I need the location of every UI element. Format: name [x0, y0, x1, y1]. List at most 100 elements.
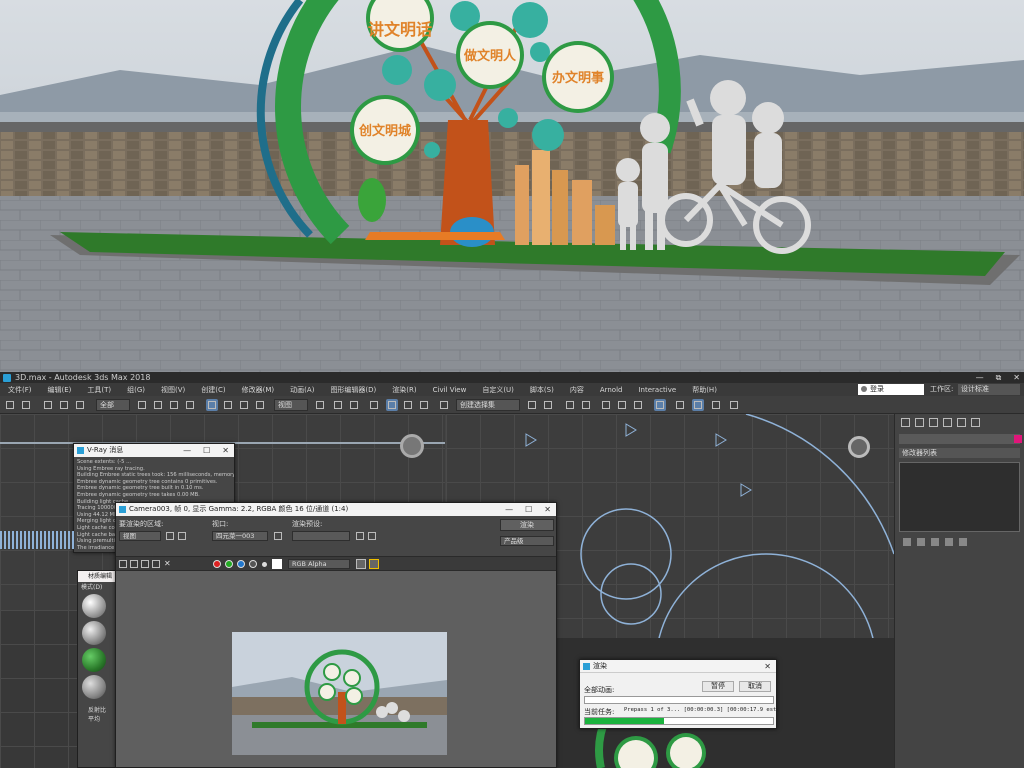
area-region-icon[interactable]	[166, 532, 174, 540]
link-icon[interactable]	[42, 399, 54, 411]
render-cloud-icon[interactable]	[728, 399, 740, 411]
frame-toggle-icon[interactable]	[369, 559, 379, 569]
cancel-button[interactable]: 取消	[739, 681, 771, 692]
rect-select-icon[interactable]	[168, 399, 180, 411]
mono-toggle[interactable]	[262, 562, 267, 567]
green-channel-toggle[interactable]	[225, 560, 233, 568]
edit-named-sel-icon[interactable]	[438, 399, 450, 411]
create-tab-icon[interactable]	[901, 417, 910, 427]
remove-modifier-icon[interactable]	[945, 538, 953, 546]
menu-modifiers[interactable]: 修改器(M)	[234, 385, 283, 395]
mirror-icon[interactable]	[526, 399, 538, 411]
material-slot-4[interactable]	[82, 675, 106, 699]
place-icon[interactable]	[254, 399, 266, 411]
clear-icon[interactable]: ✕	[164, 559, 171, 568]
viewcube-icon[interactable]	[400, 434, 424, 458]
vray-maximize-button[interactable]: ☐	[203, 444, 210, 457]
layer-explorer-icon[interactable]	[564, 399, 576, 411]
window-crossing-icon[interactable]	[184, 399, 196, 411]
menu-view[interactable]: 视图(V)	[153, 385, 193, 395]
select-by-name-icon[interactable]	[152, 399, 164, 411]
show-end-result-icon[interactable]	[917, 538, 925, 546]
menu-help[interactable]: 帮助(H)	[684, 385, 725, 395]
vray-close-button[interactable]: ✕	[222, 444, 229, 457]
menu-customize[interactable]: 自定义(U)	[474, 385, 522, 395]
snaps-toggle-icon[interactable]	[368, 399, 380, 411]
material-slot-2[interactable]	[82, 621, 106, 645]
maximize-button[interactable]: ⧉	[996, 373, 1002, 383]
rotate-icon[interactable]	[222, 399, 234, 411]
minimize-button[interactable]: —	[976, 373, 984, 382]
swatch-white[interactable]	[272, 559, 282, 569]
menu-tools[interactable]: 工具(T)	[79, 385, 119, 395]
select-object-icon[interactable]	[136, 399, 148, 411]
angle-snap-icon[interactable]	[386, 399, 398, 411]
menu-graph-editors[interactable]: 图形编辑器(D)	[322, 385, 384, 395]
align-icon[interactable]	[542, 399, 554, 411]
close-button[interactable]: ✕	[1013, 373, 1020, 382]
modifier-stack[interactable]	[899, 462, 1020, 532]
pivot-icon[interactable]	[314, 399, 326, 411]
menu-group[interactable]: 组(G)	[119, 385, 153, 395]
menu-scripting[interactable]: 脚本(S)	[522, 385, 562, 395]
alpha-channel-toggle[interactable]	[249, 560, 257, 568]
keyboard-shortcut-icon[interactable]	[348, 399, 360, 411]
preset-dropdown[interactable]	[292, 531, 350, 541]
menu-interactive[interactable]: Interactive	[630, 386, 684, 394]
material-editor-icon[interactable]	[632, 399, 644, 411]
select-manipulate-icon[interactable]	[332, 399, 344, 411]
clone-window-icon[interactable]	[141, 560, 149, 568]
utilities-tab-icon[interactable]	[971, 417, 980, 427]
bind-space-warp-icon[interactable]	[74, 399, 86, 411]
percent-snap-icon[interactable]	[402, 399, 414, 411]
render-setup-small-icon[interactable]	[356, 532, 364, 540]
menu-create[interactable]: 创建(C)	[193, 385, 233, 395]
red-channel-toggle[interactable]	[213, 560, 221, 568]
render-production-icon[interactable]	[692, 399, 704, 411]
fb-maximize-button[interactable]: ☐	[525, 503, 532, 516]
scale-icon[interactable]	[238, 399, 250, 411]
render-iterative-icon[interactable]	[710, 399, 722, 411]
move-icon[interactable]	[206, 399, 218, 411]
render-progress-close-button[interactable]: ✕	[764, 660, 771, 672]
pin-stack-icon[interactable]	[903, 538, 911, 546]
toggle-ribbon-icon[interactable]	[580, 399, 592, 411]
display-toggle-icon[interactable]	[356, 559, 366, 569]
hierarchy-tab-icon[interactable]	[929, 417, 938, 427]
product-level-dropdown[interactable]: 产品级	[500, 536, 554, 546]
material-slot-3[interactable]	[82, 648, 106, 672]
pause-button[interactable]: 暂停	[702, 681, 734, 692]
blue-channel-toggle[interactable]	[237, 560, 245, 568]
undo-icon[interactable]	[4, 399, 16, 411]
copy-image-icon[interactable]	[130, 560, 138, 568]
workspace-select[interactable]: 设计标准	[958, 384, 1020, 395]
object-color-swatch[interactable]	[1014, 435, 1022, 443]
render-setup-icon[interactable]	[654, 399, 666, 411]
menu-animation[interactable]: 动画(A)	[282, 385, 322, 395]
render-button[interactable]: 渲染	[500, 519, 554, 531]
viewcube-front-icon[interactable]	[848, 436, 870, 458]
curve-editor-icon[interactable]	[600, 399, 612, 411]
area-dropdown[interactable]: 视图	[119, 531, 161, 541]
area-crop-icon[interactable]	[178, 532, 186, 540]
named-selection-set[interactable]: 创建选择集	[456, 399, 520, 411]
modifier-list-dropdown[interactable]: 修改器列表	[899, 448, 1020, 458]
reference-coord-dropdown[interactable]: 视图	[274, 399, 308, 411]
object-name-field[interactable]	[899, 434, 1020, 444]
display-tab-icon[interactable]	[957, 417, 966, 427]
rendered-frame-window-icon[interactable]	[674, 399, 686, 411]
menu-arnold[interactable]: Arnold	[592, 386, 631, 394]
fb-minimize-button[interactable]: —	[505, 503, 513, 516]
selection-filter[interactable]: 全部	[96, 399, 130, 411]
menu-file[interactable]: 文件(F)	[0, 385, 40, 395]
lock-viewport-icon[interactable]	[274, 532, 282, 540]
make-unique-icon[interactable]	[931, 538, 939, 546]
material-editor-menu[interactable]: 模式(D)	[78, 582, 116, 591]
channel-dropdown[interactable]: RGB Alpha	[288, 559, 350, 569]
redo-icon[interactable]	[20, 399, 32, 411]
modify-tab-icon[interactable]	[915, 417, 924, 427]
material-slot-1[interactable]	[82, 594, 106, 618]
menu-rendering[interactable]: 渲染(R)	[384, 385, 424, 395]
fb-close-button[interactable]: ✕	[544, 503, 551, 516]
login-dropdown[interactable]: 登录	[858, 384, 924, 395]
